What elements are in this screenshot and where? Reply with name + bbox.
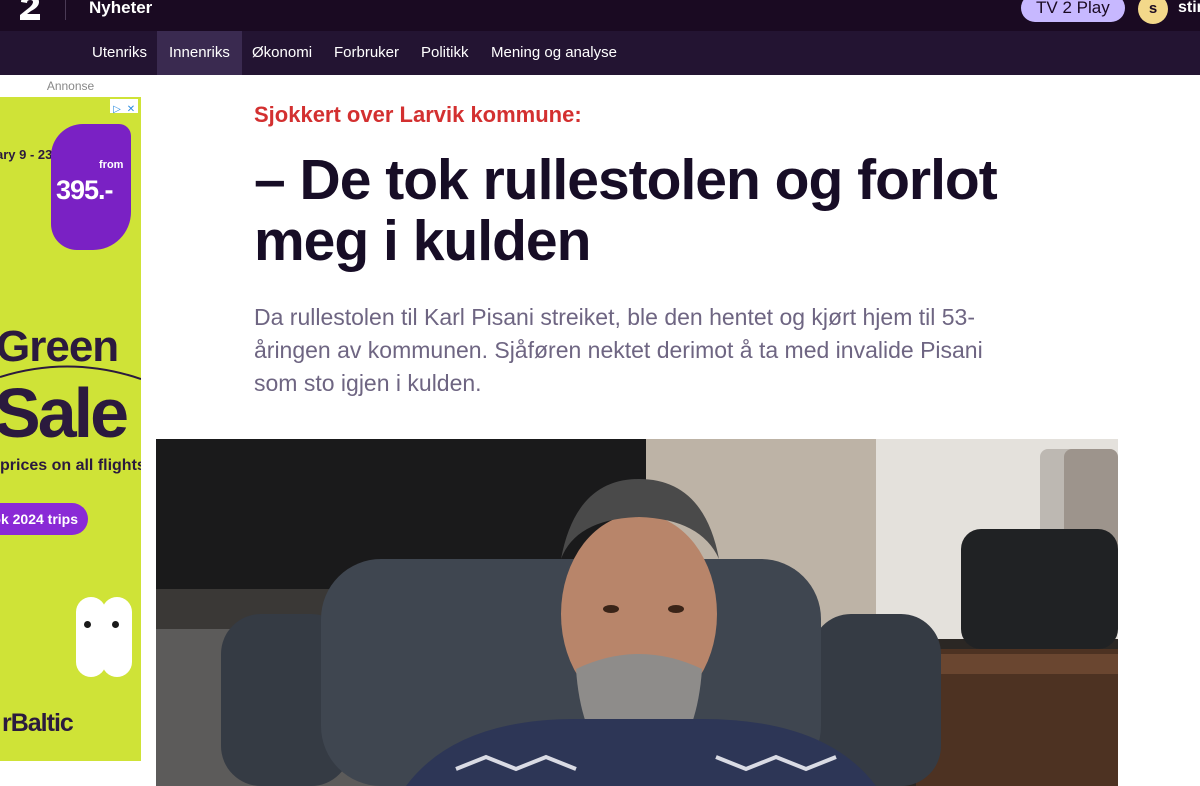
ad-subline: prices on all flights <box>0 457 141 474</box>
nav-item-politikk[interactable]: Politikk <box>409 31 481 75</box>
mascot-eye-icon <box>84 621 91 628</box>
ad-choices[interactable]: ▷ ✕ <box>110 99 138 115</box>
section-nav: Utenriks Innenriks Økonomi Forbruker Pol… <box>0 31 1200 75</box>
avatar[interactable]: s <box>1138 0 1168 24</box>
header-divider <box>65 0 66 20</box>
article-lede: Da rullestolen til Karl Pisani streiket,… <box>254 304 983 396</box>
ad-headline-bottom: Sale <box>0 374 129 452</box>
nav-item-utenriks[interactable]: Utenriks <box>80 31 159 75</box>
tv2-logo-icon[interactable] <box>18 0 44 22</box>
ad-cta-button[interactable]: ok 2024 trips <box>0 503 88 535</box>
nav-item-innenriks[interactable]: Innenriks <box>157 31 242 75</box>
nav-item-mening-og-analyse[interactable]: Mening og analyse <box>479 31 629 75</box>
article-headline: – De tok rullestolen og forlot meg i kul… <box>254 148 998 273</box>
nav-item-okonomi[interactable]: Økonomi <box>240 31 324 75</box>
username[interactable]: stin <box>1178 0 1200 19</box>
advertisement-banner[interactable]: ▷ ✕ ary 9 - 23 from 395.- Green Sale pric… <box>0 97 141 761</box>
tv2-play-button[interactable]: TV 2 Play <box>1021 0 1125 22</box>
article-photo[interactable] <box>156 439 1118 786</box>
section-brand[interactable]: Nyheter <box>89 0 152 19</box>
ad-label: Annonse <box>0 75 141 97</box>
ad-mascot-icon <box>102 597 132 677</box>
article-kicker: Sjokkert over Larvik kommune: <box>254 102 582 127</box>
ad-close-icon[interactable]: ✕ <box>124 103 138 117</box>
mascot-eye-icon <box>112 621 119 628</box>
ad-price: 395.- <box>56 175 114 205</box>
ad-info-icon[interactable]: ▷ <box>110 103 124 117</box>
ad-price-from: from <box>99 159 124 171</box>
ad-brand: rBaltic <box>2 709 74 737</box>
ad-dates: ary 9 - 23 <box>0 147 53 162</box>
nav-item-forbruker[interactable]: Forbruker <box>322 31 411 75</box>
top-bar: Nyheter TV 2 Play s stin <box>0 0 1200 31</box>
